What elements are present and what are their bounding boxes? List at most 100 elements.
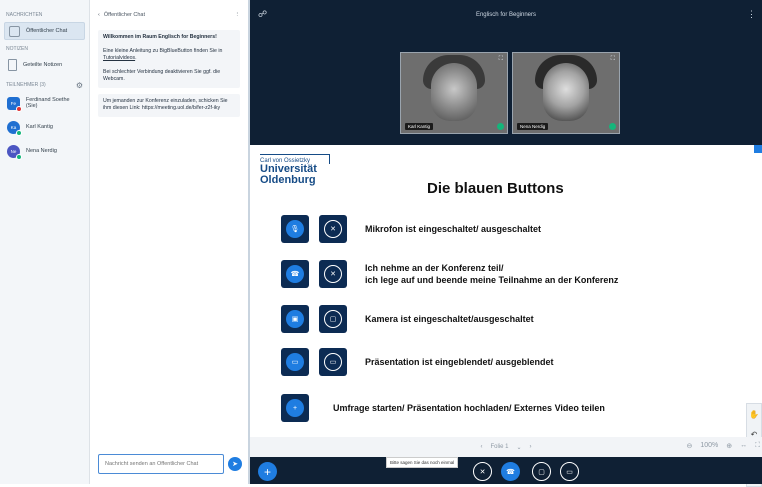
logo-text-line2: Oldenburg: [260, 174, 316, 186]
fullscreen-icon[interactable]: ⛶: [611, 56, 615, 63]
chevron-right-icon[interactable]: ›: [530, 444, 532, 450]
slide-navigation: ‹ Folie 1 ⌄ › ⊖ 100% ⊕ ↔ ⛶: [250, 437, 762, 457]
slide-row-text: Präsentation ist eingeblendet/ ausgeblen…: [365, 357, 554, 367]
presentation-on-sample: ▭: [281, 348, 309, 376]
chat-text: Um jemanden zur Konferenz einzuladen, sc…: [103, 97, 228, 112]
fit-width-icon[interactable]: ↔: [740, 442, 747, 450]
messages-section-title: NACHRICHTEN: [6, 12, 43, 18]
hand-icon[interactable]: ✋: [749, 410, 759, 419]
camera-on-sample: ▣: [281, 305, 309, 333]
screen-icon: ▭: [286, 353, 304, 371]
fullscreen-icon[interactable]: ⛶: [755, 442, 760, 450]
chat-icon: [9, 25, 20, 37]
phone-off-icon: ✕: [324, 265, 342, 283]
sidebar-item-shared-notes[interactable]: Geteilte Notizen: [4, 56, 85, 74]
screen-off-icon: ▭: [566, 468, 573, 476]
presentation-off-sample: ▭: [319, 348, 347, 376]
plus-sample: +: [281, 394, 309, 422]
zoom-out-icon[interactable]: ⊖: [686, 442, 692, 450]
users-section-title: TEILNEHMER (3): [6, 82, 46, 88]
chat-header: ‹ Öffentlicher Chat ⋮: [90, 0, 248, 30]
mic-off-sample: ✕: [319, 215, 347, 243]
gear-icon[interactable]: ⚙: [76, 81, 83, 90]
mic-off-icon: ✕: [324, 220, 342, 238]
slide-row: ▭ ▭ Präsentation ist eingeblendet/ ausge…: [281, 348, 554, 376]
avatar: Ne: [7, 144, 22, 160]
plus-icon: +: [286, 399, 304, 417]
camera-off-sample: ▢: [319, 305, 347, 333]
chat-text: Bei schlechter Verbindung deaktivieren S…: [103, 68, 221, 83]
slide-row-text: Kamera ist eingeschaltet/ausgeschaltet: [365, 314, 534, 324]
user-list-item[interactable]: Fe Ferdinand Soethe (Sie): [4, 92, 85, 114]
user-name: Nena Nerdig: [26, 148, 57, 154]
user-list-item[interactable]: Ka Karl Kantig: [4, 116, 85, 138]
tooltip: Bitte sagen Sie das noch einmal: [386, 457, 459, 468]
user-list-item[interactable]: Ne Nena Nerdig: [4, 140, 85, 162]
chevron-left-icon[interactable]: ‹: [98, 12, 100, 18]
chat-text: Eine kleine Anleitung zu BigBlueButton f…: [103, 47, 223, 54]
kebab-menu-icon[interactable]: ⋮: [235, 12, 241, 18]
tutorial-link[interactable]: Tutorialvideos: [103, 55, 135, 61]
webcam-strip: ⛶ Karl Kantig ⛶ Nena Nerdig: [400, 52, 620, 134]
slide-row-text: Ich nehme an der Konferenz teil/ ich leg…: [365, 262, 618, 286]
people-icon[interactable]: ☍: [258, 9, 267, 20]
slide-row: ▣ ▢ Kamera ist eingeschaltet/ausgeschalt…: [281, 305, 534, 333]
fullscreen-icon[interactable]: ⛶: [499, 56, 503, 63]
notes-section-title: NOTIZEN: [6, 46, 28, 52]
camera-icon: ▣: [286, 310, 304, 328]
camera-off-icon: ▢: [324, 310, 342, 328]
sidebar: NACHRICHTEN Öffentlicher Chat NOTIZEN Ge…: [0, 0, 90, 484]
slide-row: 🎙 ✕ Mikrofon ist eingeschaltet/ ausgesch…: [281, 215, 541, 243]
phone-icon: ☎: [286, 265, 304, 283]
microphone-button[interactable]: ✕: [473, 462, 492, 481]
chat-panel: ‹ Öffentlicher Chat ⋮ Willkommen im Raum…: [90, 0, 250, 484]
audio-button[interactable]: ☎: [501, 462, 520, 481]
person-face: [543, 63, 589, 121]
avatar: Fe: [7, 96, 22, 112]
avatar-initials: Ka: [10, 124, 17, 130]
send-button[interactable]: ➤: [228, 457, 242, 471]
meeting-topbar: ☍ Englisch for Beginners ⋮: [250, 0, 762, 30]
sidebar-item-public-chat[interactable]: Öffentlicher Chat: [4, 22, 85, 40]
slide-row-text: Umfrage starten/ Präsentation hochladen/…: [333, 403, 605, 413]
slide-row-line: Ich nehme an der Konferenz teil/: [365, 263, 504, 273]
mic-off-icon: ✕: [479, 468, 486, 476]
screen-share-button[interactable]: ▭: [560, 462, 579, 481]
status-badge: [15, 105, 22, 112]
chat-input[interactable]: [98, 454, 224, 474]
slide-select[interactable]: Folie 1: [490, 444, 508, 450]
kebab-menu-icon[interactable]: ⋮: [747, 9, 756, 20]
camera-off-icon: ▢: [538, 468, 545, 476]
mic-icon: 🎙: [286, 220, 304, 238]
send-icon: ➤: [232, 461, 238, 468]
sidebar-item-label: Geteilte Notizen: [23, 62, 63, 68]
video-name-label: Nena Nerdig: [517, 123, 549, 130]
chat-message: Willkommen im Raum Englisch for Beginner…: [98, 30, 240, 88]
zoom-level: 100%: [700, 442, 719, 449]
phone-icon: ☎: [506, 468, 515, 476]
webcam-video[interactable]: ⛶ Nena Nerdig: [512, 52, 620, 134]
person-face: [431, 63, 477, 121]
meeting-title: Englisch for Beginners: [475, 12, 537, 18]
notes-icon: [8, 59, 17, 71]
slide-row: + Umfrage starten/ Präsentation hochlade…: [281, 394, 605, 422]
chat-text: Eine kleine Anleitung zu BigBlueButton f…: [103, 47, 223, 62]
screen-off-icon: ▭: [324, 353, 342, 371]
actions-plus-button[interactable]: +: [258, 462, 277, 481]
status-badge: [16, 129, 22, 136]
chevron-left-icon[interactable]: ‹: [480, 444, 482, 450]
chat-text: Willkommen im Raum Englisch for Beginner…: [103, 34, 217, 40]
chat-message: Um jemanden zur Konferenz einzuladen, sc…: [98, 93, 240, 117]
avatar-initials: Fe: [10, 100, 17, 106]
slide-row-line: ich lege auf und beende meine Teilnahme …: [365, 275, 619, 285]
zoom-in-icon[interactable]: ⊕: [726, 442, 732, 450]
sidebar-item-label: Öffentlicher Chat: [26, 28, 68, 34]
mic-icon: [609, 123, 616, 130]
webcam-video[interactable]: ⛶ Karl Kantig: [400, 52, 508, 134]
status-badge: [16, 153, 22, 160]
chevron-down-icon[interactable]: ⌄: [516, 444, 521, 451]
user-name: Karl Kantig: [26, 124, 53, 130]
camera-button[interactable]: ▢: [532, 462, 551, 481]
university-logo: Carl von Ossietzky Universität Oldenburg: [260, 154, 330, 186]
main-area: ☍ Englisch for Beginners ⋮ ⛶ Karl Kantig…: [250, 0, 762, 487]
